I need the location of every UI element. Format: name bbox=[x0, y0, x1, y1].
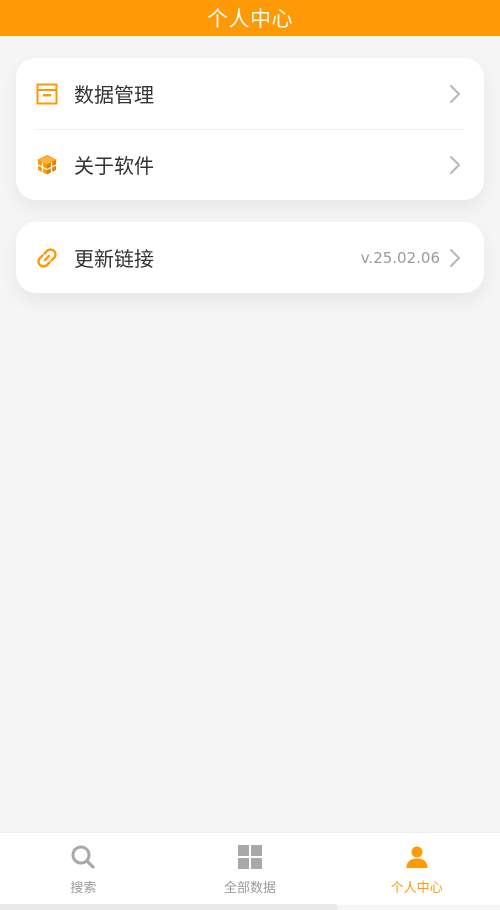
tab-label: 个人中心 bbox=[390, 881, 443, 896]
tab-search[interactable]: 搜索 bbox=[0, 833, 167, 905]
menu-item-label: 关于软件 bbox=[74, 154, 154, 178]
grid-icon bbox=[236, 843, 264, 871]
search-icon bbox=[69, 843, 97, 871]
link-icon bbox=[35, 246, 59, 270]
tab-label: 搜索 bbox=[70, 881, 97, 896]
menu-item-about-software[interactable]: 关于软件 bbox=[16, 129, 484, 200]
menu-item-update-link[interactable]: 更新链接 v.25.02.06 bbox=[16, 222, 484, 293]
page-title: 个人中心 bbox=[207, 7, 293, 31]
menu-card-update: 更新链接 v.25.02.06 bbox=[16, 222, 484, 293]
tab-all-data[interactable]: 全部数据 bbox=[167, 833, 334, 905]
version-text: v.25.02.06 bbox=[360, 248, 440, 267]
menu-item-label: 数据管理 bbox=[74, 83, 154, 107]
archive-box-icon bbox=[35, 82, 59, 106]
cube-icon bbox=[35, 153, 59, 177]
menu-item-label: 更新链接 bbox=[74, 247, 154, 271]
tab-label: 全部数据 bbox=[224, 881, 277, 896]
menu-item-data-management[interactable]: 数据管理 bbox=[16, 58, 484, 129]
chevron-right-icon bbox=[448, 155, 462, 175]
chevron-right-icon bbox=[448, 248, 462, 268]
bottom-tab-bar: 搜索 全部数据 个人中心 bbox=[0, 832, 500, 905]
menu-card-main: 数据管理 关于软件 bbox=[16, 58, 484, 200]
tab-profile[interactable]: 个人中心 bbox=[333, 833, 500, 905]
chevron-right-icon bbox=[448, 84, 462, 104]
page-header: 个人中心 bbox=[0, 0, 500, 36]
home-indicator bbox=[0, 904, 338, 910]
person-icon bbox=[403, 843, 431, 871]
